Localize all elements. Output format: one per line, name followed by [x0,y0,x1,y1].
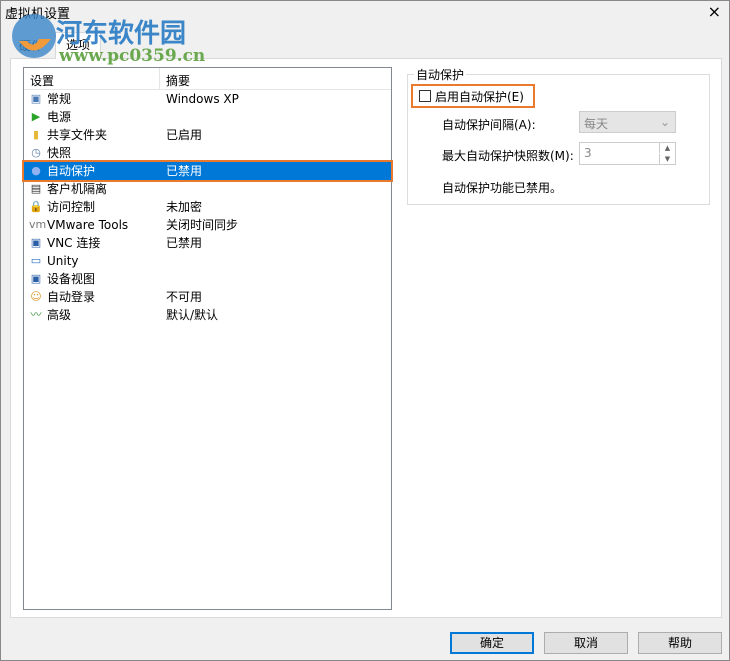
interval-value: 每天 [584,117,609,131]
enable-autoprotect-checkbox[interactable]: 启用自动保护(E) [411,84,535,108]
item-summary: 关闭时间同步 [166,218,239,232]
item-name: 客户机隔离 [47,182,108,196]
list-item[interactable]: ☺ 自动登录 不可用 [24,288,391,306]
list-header: 设置 摘要 [24,68,391,90]
interval-label: 自动保护间隔(A): [442,118,536,132]
item-summary: 未加密 [166,200,203,214]
watermark-url: www.pc0359.cn [59,46,206,66]
list-item[interactable]: ▶ 电源 [24,108,391,126]
column-setting[interactable]: 设置 [30,72,54,89]
folder-icon: ▮ [32,128,40,141]
item-name: VMware Tools [47,218,129,232]
item-name: 高级 [47,308,72,322]
max-snapshots-stepper[interactable]: 3 ▲ ▼ [579,142,676,165]
ok-button[interactable]: 确定 [450,632,534,654]
item-name: 快照 [47,146,72,160]
close-button[interactable]: × [708,2,721,21]
monitor-icon: ▣ [30,92,42,105]
item-summary: 已启用 [166,128,203,142]
lock-icon: 🔒 [29,200,43,213]
item-name: 共享文件夹 [47,128,108,142]
list-item[interactable]: ▭ Unity [24,252,391,270]
chevron-down-icon: ⌄ [659,115,670,129]
enable-autoprotect-label: 启用自动保护(E) [435,89,524,104]
list-item[interactable]: ▤ 客户机隔离 [24,180,391,198]
list-item[interactable]: ▮ 共享文件夹 已启用 [24,126,391,144]
item-name: VNC 连接 [47,236,101,250]
settings-list: 设置 摘要 ▣ 常规 Windows XP ▶ 电源 ▮ 共享文件夹 已启用 ◷ 快照 ● 自动保护已… [22,67,393,610]
vnc-icon: ▣ [30,236,42,249]
list-item[interactable]: 〰高级 默认/默认 [24,306,391,324]
item-summary: Windows XP [166,92,239,106]
item-name: 自动保护 [47,164,96,178]
max-snapshots-value: 3 [584,146,592,160]
user-key-icon: ☺ [30,290,42,303]
watermark-name: 河东软件园 [56,19,187,49]
help-button[interactable]: 帮助 [638,632,722,654]
cancel-button[interactable]: 取消 [544,632,628,654]
list-item[interactable]: vm VMware Tools 关闭时间同步 [24,216,391,234]
item-summary: 已禁用 [166,236,203,250]
item-name: 自动登录 [47,290,96,304]
interval-select[interactable]: 每天 ⌄ [579,111,676,133]
checkbox-box[interactable] [419,90,431,102]
vmware-icon: vm [29,218,47,231]
item-summary: 不可用 [166,290,203,304]
spin-down-icon[interactable]: ▼ [659,154,675,164]
max-snapshots-label: 最大自动保护快照数(M): [442,149,574,163]
status-text: 自动保护功能已禁用。 [442,181,563,195]
item-name: 访问控制 [47,200,96,214]
autoprotect-icon: ● [31,164,41,177]
item-name: 设备视图 [47,272,96,286]
list-item[interactable]: ▣ 设备视图 [24,270,391,288]
item-name: Unity [47,254,79,268]
item-summary: 已禁用 [166,164,203,178]
group-title: 自动保护 [414,66,467,83]
item-summary: 默认/默认 [166,308,219,322]
list-item[interactable]: ▣ 常规 Windows XP [24,90,391,108]
unity-icon: ▭ [30,254,42,267]
spin-up-icon[interactable]: ▲ [659,143,675,153]
device-view-icon: ▣ [30,272,42,285]
column-summary[interactable]: 摘要 [166,72,190,89]
list-item[interactable]: ◷ 快照 [24,144,391,162]
list-item[interactable]: ▣ VNC 连接 已禁用 [24,234,391,252]
tab-hardware[interactable]: 硬件 [9,34,53,58]
snapshot-icon: ◷ [31,146,41,159]
item-name: 常规 [47,92,72,106]
isolation-icon: ▤ [30,182,42,195]
list-item[interactable]: ● 自动保护 已禁用 [22,160,393,182]
play-icon: ▶ [31,110,41,123]
list-item[interactable]: 🔒 访问控制 未加密 [24,198,391,216]
item-name: 电源 [47,110,72,124]
advanced-icon: 〰 [30,308,42,321]
